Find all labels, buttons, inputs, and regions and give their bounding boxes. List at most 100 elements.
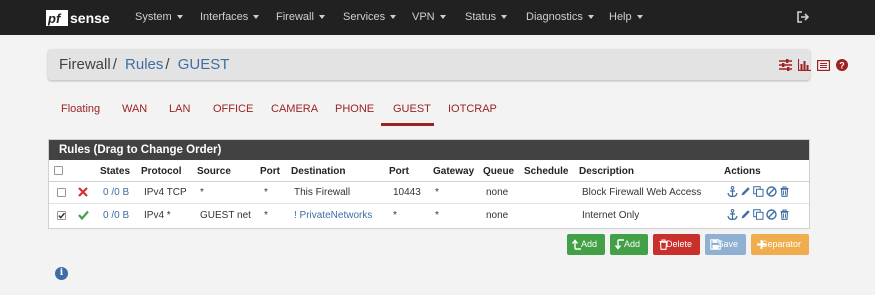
- row-states[interactable]: 0 /0 B: [103, 210, 129, 221]
- row-description: Block Firewall Web Access: [582, 187, 702, 198]
- row-destination-port: 10443: [393, 187, 421, 198]
- disable-icon[interactable]: [766, 186, 777, 197]
- row-queue: none: [486, 210, 509, 221]
- add-top-label: Add: [580, 239, 597, 249]
- row-source: GUEST net: [200, 210, 251, 221]
- pfsense-logo[interactable]: pf sense: [46, 8, 116, 28]
- breadcrumb-separator: /: [165, 56, 170, 73]
- row-destination-port: *: [393, 210, 397, 221]
- add-bottom-label: Add: [623, 239, 640, 249]
- col-destination-port[interactable]: Port: [389, 166, 409, 177]
- bar-chart-icon[interactable]: [798, 59, 811, 71]
- separator-label: Separator: [761, 239, 801, 249]
- caret-down-icon: [439, 15, 446, 20]
- caret-down-icon: [587, 15, 594, 20]
- nav-system[interactable]: System: [135, 0, 183, 35]
- row-select-checkbox[interactable]: [57, 211, 66, 220]
- caret-down-icon: [390, 15, 397, 20]
- info-circle-icon[interactable]: i: [55, 267, 68, 280]
- trash-icon[interactable]: [779, 186, 790, 197]
- copy-icon[interactable]: [753, 209, 764, 220]
- row-protocol: IPv4 *: [144, 210, 171, 221]
- row-select-checkbox[interactable]: [57, 188, 66, 197]
- save-button[interactable]: Save: [705, 234, 746, 255]
- delete-button[interactable]: Delete: [653, 234, 700, 255]
- col-schedule[interactable]: Schedule: [524, 166, 568, 177]
- row-actions: [727, 209, 790, 220]
- pencil-icon[interactable]: [740, 186, 751, 197]
- nav-status[interactable]: Status: [465, 0, 508, 35]
- help-icon[interactable]: ?: [836, 59, 848, 71]
- nav-vpn[interactable]: VPN: [412, 0, 446, 35]
- breadcrumb-rules-link[interactable]: Rules: [125, 56, 163, 73]
- row-actions: [727, 186, 790, 197]
- breadcrumb-separator: /: [112, 56, 117, 73]
- add-top-button[interactable]: Add: [567, 234, 605, 255]
- tab-iotcrap[interactable]: IOTCRAP: [448, 103, 497, 115]
- list-log-icon[interactable]: [817, 59, 830, 71]
- sign-out-icon[interactable]: [797, 11, 811, 23]
- breadcrumb-icons: ?: [779, 58, 848, 72]
- svg-text:pf: pf: [47, 11, 62, 26]
- separator-button[interactable]: Separator: [751, 234, 809, 255]
- rules-panel-title: Rules (Drag to Change Order): [49, 140, 809, 160]
- nav-status-label: Status: [465, 11, 497, 23]
- delete-label: Delete: [665, 239, 692, 249]
- nav-firewall[interactable]: Firewall: [276, 0, 325, 35]
- nav-interfaces[interactable]: Interfaces: [200, 0, 260, 35]
- nav-services[interactable]: Services: [343, 0, 397, 35]
- breadcrumb-panel: Firewall / Rules / GUEST ?: [48, 49, 848, 80]
- sliders-icon[interactable]: [779, 59, 792, 71]
- check-icon[interactable]: [78, 210, 89, 220]
- disable-icon[interactable]: [766, 209, 777, 220]
- row-destination-link[interactable]: ! PrivateNetworks: [294, 210, 372, 221]
- checkmark-icon: [58, 212, 66, 219]
- col-destination[interactable]: Destination: [291, 166, 345, 177]
- row-states[interactable]: 0 /0 B: [103, 187, 129, 198]
- col-queue[interactable]: Queue: [483, 166, 514, 177]
- nav-interfaces-label: Interfaces: [200, 11, 249, 23]
- col-source[interactable]: Source: [197, 166, 231, 177]
- tab-lan[interactable]: LAN: [169, 103, 190, 115]
- col-states[interactable]: States: [100, 166, 130, 177]
- row-gateway: *: [435, 210, 439, 221]
- row-destination: This Firewall: [294, 187, 351, 198]
- nav-diagnostics[interactable]: Diagnostics: [526, 0, 594, 35]
- row-gateway: *: [435, 187, 439, 198]
- pencil-icon[interactable]: [740, 209, 751, 220]
- tab-camera[interactable]: CAMERA: [271, 103, 318, 115]
- caret-down-icon: [636, 15, 643, 20]
- trash-icon[interactable]: [779, 209, 790, 220]
- row-queue: none: [486, 187, 509, 198]
- select-all-checkbox[interactable]: [54, 166, 63, 175]
- caret-down-icon: [253, 15, 260, 20]
- anchor-icon[interactable]: [727, 186, 738, 197]
- tab-wan[interactable]: WAN: [122, 103, 147, 115]
- breadcrumb: Firewall / Rules / GUEST: [59, 56, 229, 73]
- svg-text:sense: sense: [70, 10, 110, 26]
- caret-down-icon: [501, 15, 508, 20]
- row-protocol: IPv4 TCP: [144, 187, 187, 198]
- active-tab-indicator: [381, 123, 434, 126]
- col-source-port[interactable]: Port: [260, 166, 280, 177]
- col-description[interactable]: Description: [579, 166, 634, 177]
- row-source-port: *: [264, 210, 268, 221]
- rules-panel: Rules (Drag to Change Order) States Prot…: [48, 139, 810, 229]
- caret-down-icon: [318, 15, 325, 20]
- add-bottom-button[interactable]: Add: [610, 234, 648, 255]
- save-label: Save: [717, 239, 738, 249]
- anchor-icon[interactable]: [727, 209, 738, 220]
- breadcrumb-firewall: Firewall: [59, 56, 111, 73]
- col-gateway[interactable]: Gateway: [433, 166, 474, 177]
- tab-office[interactable]: OFFICE: [213, 103, 253, 115]
- copy-icon[interactable]: [753, 186, 764, 197]
- row-description: Internet Only: [582, 210, 640, 221]
- nav-vpn-label: VPN: [412, 11, 435, 23]
- times-icon[interactable]: [78, 187, 88, 197]
- tab-phone[interactable]: PHONE: [335, 103, 374, 115]
- breadcrumb-guest-link[interactable]: GUEST: [178, 56, 230, 73]
- tab-guest[interactable]: GUEST: [393, 103, 431, 115]
- nav-help[interactable]: Help: [609, 0, 643, 35]
- tab-floating[interactable]: Floating: [61, 103, 100, 115]
- col-protocol[interactable]: Protocol: [141, 166, 182, 177]
